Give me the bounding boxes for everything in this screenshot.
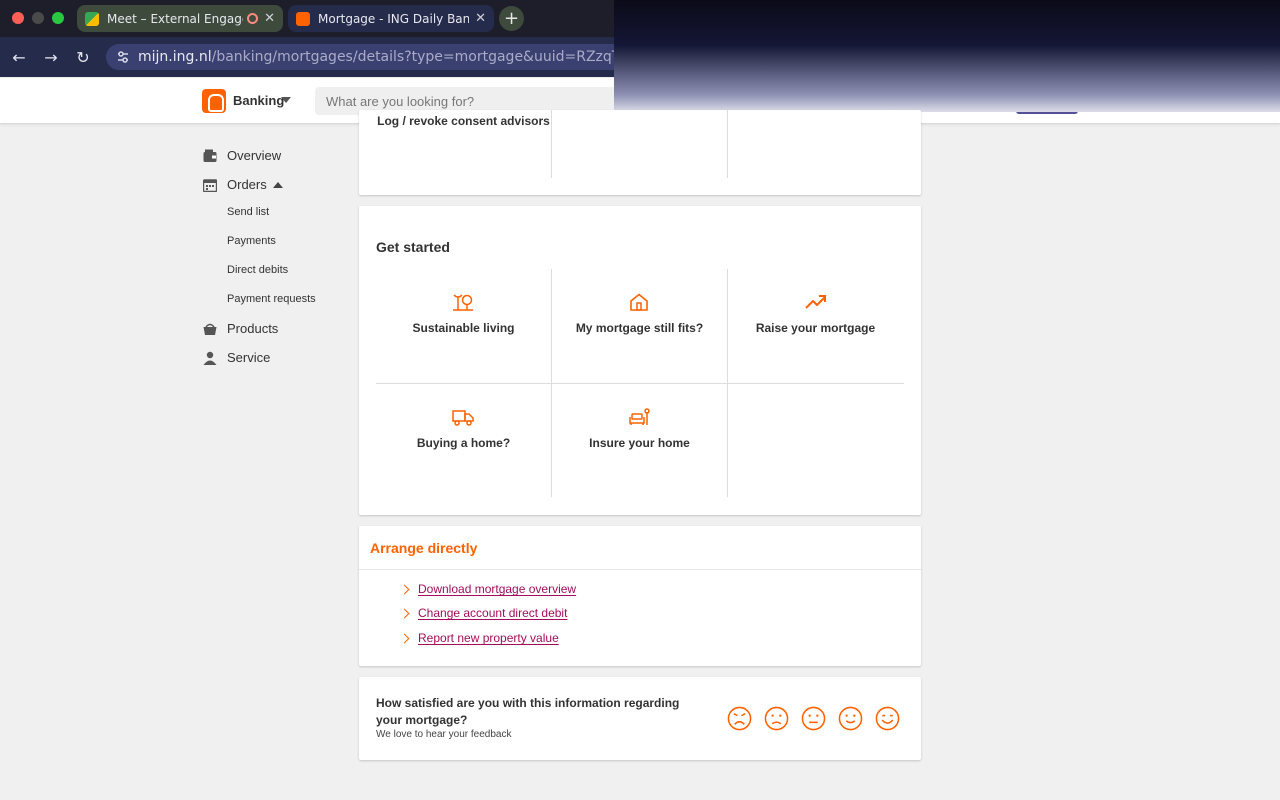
link-change-direct-debit[interactable]: Change account direct debit (399, 606, 567, 620)
close-window-button[interactable] (12, 12, 24, 24)
sidebar-item-label: Overview (227, 148, 282, 163)
tile-divider (551, 110, 552, 178)
tile-consent-advisors[interactable]: Log / revoke consent advisors (376, 113, 551, 130)
sidebar-item-orders[interactable]: Orders (203, 177, 283, 192)
get-started-card: Get started Sustainable living My mortga… (359, 206, 921, 515)
forward-icon[interactable]: → (41, 47, 61, 67)
link-label[interactable]: Report new property value (418, 631, 559, 645)
feedback-subtitle: We love to hear your feedback (376, 729, 512, 740)
tile-divider (376, 383, 904, 384)
calendar-icon (203, 178, 217, 192)
ing-lion-logo[interactable] (202, 89, 226, 113)
link-download-overview[interactable]: Download mortgage overview (399, 582, 576, 596)
basket-icon (203, 323, 217, 335)
divider (359, 569, 921, 570)
neutral-icon[interactable] (801, 706, 826, 731)
reload-icon[interactable]: ↻ (73, 47, 93, 67)
url-field[interactable]: mijn.ing.nl/banking/mortgages/details?ty… (106, 44, 715, 70)
close-tab-icon[interactable]: ✕ (475, 11, 486, 26)
site-settings-icon[interactable] (116, 48, 130, 66)
recording-icon (247, 13, 259, 24)
chevron-down-icon[interactable] (281, 97, 291, 103)
tab-title: Mortgage - ING Daily Banking (318, 11, 470, 26)
minimize-window-button[interactable] (32, 12, 44, 24)
link-label[interactable]: Download mortgage overview (418, 582, 576, 596)
banking-menu-label[interactable]: Banking (233, 93, 284, 108)
sidebar-item-service[interactable]: Service (203, 350, 270, 365)
tab-meet[interactable]: Meet – External Engagement ✕ (77, 5, 283, 32)
screen-overlay (614, 0, 1280, 112)
sidebar-subitem-payment-requests[interactable]: Payment requests (227, 293, 316, 305)
tile-raise-mortgage[interactable]: Raise your mortgage (728, 320, 903, 337)
sidebar-subitem-send-list[interactable]: Send list (227, 206, 269, 218)
tab-mortgage[interactable]: Mortgage - ING Daily Banking ✕ (288, 5, 494, 32)
feedback-question: How satisfied are you with this informat… (376, 696, 680, 727)
sidebar-subitem-payments[interactable]: Payments (227, 235, 276, 247)
very-dissatisfied-icon[interactable] (727, 706, 752, 731)
close-tab-icon[interactable]: ✕ (264, 11, 275, 26)
chevron-right-icon (399, 633, 410, 643)
satisfied-icon[interactable] (838, 706, 863, 731)
arrange-directly-card: Arrange directly Download mortgage overv… (359, 526, 921, 666)
wallet-icon (203, 149, 217, 162)
new-tab-button[interactable]: + (499, 6, 524, 31)
trend-up-icon (805, 295, 826, 309)
tile-mortgage-still-fits[interactable]: My mortgage still fits? (552, 320, 727, 337)
sidebar-item-label: Service (227, 350, 271, 365)
consent-card: Log / revoke consent advisors (359, 110, 921, 195)
sidebar-item-label: Orders (227, 177, 267, 192)
chevron-up-icon[interactable] (272, 181, 283, 188)
url-host: mijn.ing.nl (138, 49, 212, 65)
link-report-property-value[interactable]: Report new property value (399, 631, 559, 645)
tab-title: Meet – External Engagement (107, 11, 243, 26)
feedback-card: How satisfied are you with this informat… (359, 677, 921, 760)
get-started-title: Get started (376, 239, 450, 255)
back-icon[interactable]: ← (9, 47, 29, 67)
dissatisfied-icon[interactable] (764, 706, 789, 731)
chevron-right-icon (399, 584, 410, 594)
sidebar-subitem-direct-debits[interactable]: Direct debits (227, 264, 288, 276)
tile-buying-home[interactable]: Buying a home? (376, 435, 551, 452)
chevron-right-icon (399, 608, 410, 618)
arrange-directly-title: Arrange directly (370, 540, 478, 556)
truck-icon (452, 410, 474, 426)
tile-sustainable-living[interactable]: Sustainable living (376, 320, 551, 337)
house-icon (630, 293, 648, 311)
tile-divider (727, 110, 728, 178)
tree-icon (453, 294, 473, 311)
sidebar-item-products[interactable]: Products (203, 321, 278, 336)
link-label[interactable]: Change account direct debit (418, 606, 567, 620)
meet-favicon-icon (85, 11, 99, 26)
maximize-window-button[interactable] (52, 12, 64, 24)
tile-insure-home[interactable]: Insure your home (552, 435, 727, 452)
sidebar-item-label: Products (227, 321, 279, 336)
couch-icon (629, 408, 650, 425)
very-satisfied-icon[interactable] (875, 706, 900, 731)
person-icon (203, 351, 217, 365)
ing-favicon-icon (296, 11, 310, 26)
sidebar-item-overview[interactable]: Overview (203, 148, 281, 163)
